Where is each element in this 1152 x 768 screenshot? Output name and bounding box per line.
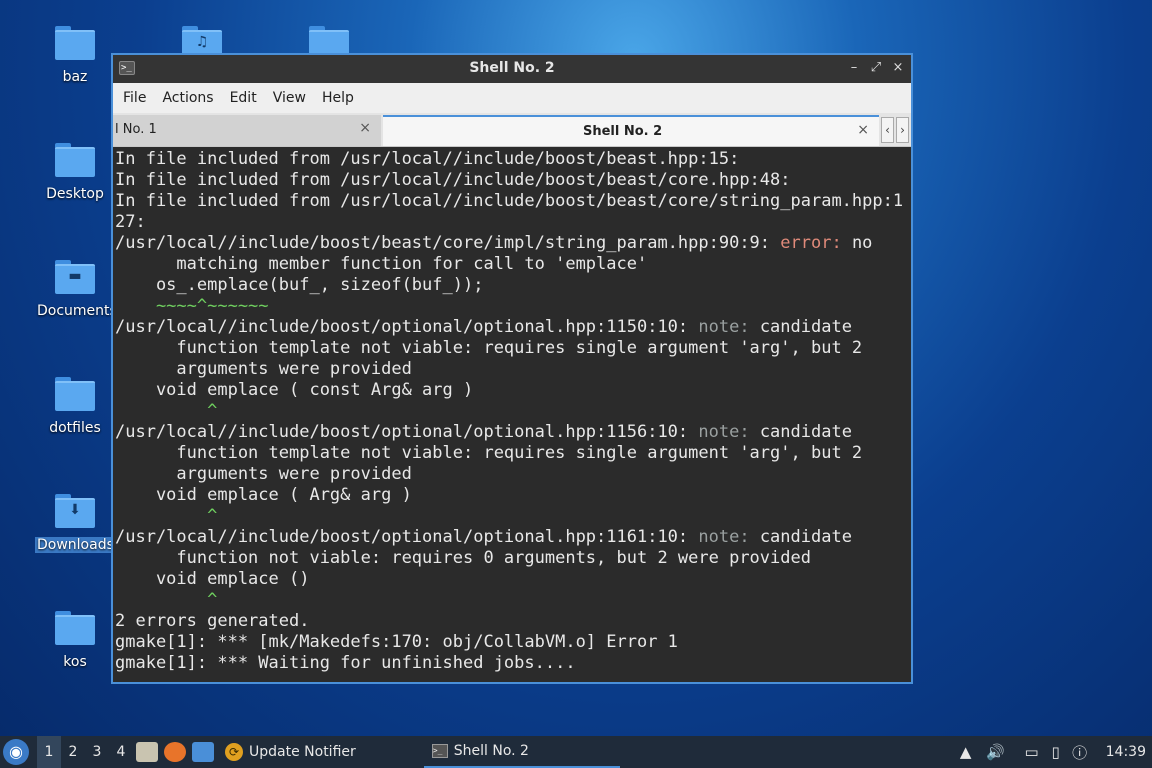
terminal-output[interactable]: In file included from /usr/local//includ… [113,147,911,682]
desktop-switcher-2[interactable]: 2 [61,736,85,768]
desktop-icon-label: Desktop [46,186,104,202]
window-title: Shell No. 2 [469,60,555,76]
folder-icon [55,611,95,645]
terminal-line: ^ [115,401,218,421]
tab-close-icon[interactable]: × [359,120,371,136]
menu-actions[interactable]: Actions [154,83,221,113]
task-update-notifier[interactable]: ⟳ Update Notifier [217,736,364,768]
task-shell-no-2[interactable]: >_ Shell No. 2 [423,736,620,768]
note-label: note: [698,317,750,337]
desktop-switcher-1[interactable]: 1 [37,736,61,768]
menu-edit[interactable]: Edit [222,83,265,113]
network-icon[interactable]: ▭ [1020,736,1044,768]
tray-up-arrow-icon[interactable]: ▲ [954,736,978,768]
desktop-icon-downloads[interactable]: ⬇ Downloads [35,494,116,553]
terminal-text: candidate [749,422,852,442]
terminal-icon: >_ [431,744,448,758]
volume-icon[interactable]: 🔊 [984,736,1008,768]
terminal-line: function template not viable: requires s… [115,338,863,358]
menu-bar: File Actions Edit View Help [113,83,911,113]
terminal-line: In file included from /usr/local//includ… [115,170,791,190]
firefox-launcher-icon[interactable] [164,742,186,762]
tab-scroll-right-icon[interactable]: › [896,117,909,143]
desktop-icon-desktop[interactable]: Desktop [35,143,115,202]
menu-help[interactable]: Help [314,83,362,113]
tab-close-icon[interactable]: × [857,122,869,138]
tab-label: l No. 1 [115,122,157,137]
desktop-icon-label: Documents [37,303,117,319]
desktop-icon-label: Downloads [35,537,116,553]
window-titlebar[interactable]: >_ Shell No. 2 – ⤢ × [113,55,911,83]
clipboard-icon[interactable]: ▯ [1044,736,1068,768]
desktop-switcher-4[interactable]: 4 [109,736,133,768]
file-manager-launcher-icon[interactable] [136,742,158,762]
minimize-button[interactable]: – [847,59,861,77]
show-desktop-icon[interactable] [192,742,214,762]
menu-file[interactable]: File [115,83,154,113]
terminal-line: /usr/local//include/boost/optional/optio… [115,527,911,548]
tab-scroll-left-icon[interactable]: ‹ [881,117,894,143]
terminal-line: arguments were provided [115,464,412,484]
terminal-text: /usr/local//include/boost/optional/optio… [115,317,699,337]
close-button[interactable]: × [891,59,905,77]
terminal-text: candidate [749,317,852,337]
terminal-line: gmake[1]: *** [mk/Makedefs:170: obj/Coll… [115,632,678,652]
terminal-line: matching member function for call to 'em… [115,254,648,274]
desktop-icon-dotfiles[interactable]: dotfiles [35,377,115,436]
folder-icon [55,377,95,411]
update-notifier-icon: ⟳ [225,743,243,761]
terminal-line: arguments were provided [115,359,412,379]
task-label: Update Notifier [249,744,356,760]
note-label: note: [698,527,750,547]
terminal-line: In file included from /usr/local//includ… [115,191,904,211]
note-label: note: [698,422,750,442]
terminal-text: /usr/local//include/boost/optional/optio… [115,527,699,547]
terminal-line: function template not viable: requires s… [115,443,863,463]
desktop-icon-label: baz [62,69,88,85]
tab-shell-2[interactable]: Shell No. 2 × [383,115,879,146]
clock[interactable]: 14:39 [1106,736,1146,768]
terminal-line: 2 errors generated. [115,611,310,631]
desktop-icon-label: dotfiles [49,420,101,436]
terminal-line: os_.emplace(buf_, sizeof(buf_)); [115,275,484,295]
taskbar: ◉ 1 2 3 4 ⟳ Update Notifier >_ Shell No.… [0,736,1152,768]
tab-bar: l No. 1 × Shell No. 2 × ‹ › [113,113,911,147]
tab-label: Shell No. 2 [583,124,663,139]
maximize-button[interactable]: ⤢ [869,59,883,77]
terminal-line: void emplace ( Arg& arg ) [115,485,412,505]
documents-folder-icon: ▬ [55,260,95,294]
error-label: error: [780,233,842,253]
downloads-folder-icon: ⬇ [55,494,95,528]
terminal-line: ^ [115,590,218,610]
terminal-line: /usr/local//include/boost/optional/optio… [115,422,911,443]
terminal-text: no [841,233,873,253]
terminal-text: candidate [749,527,852,547]
terminal-window[interactable]: >_ Shell No. 2 – ⤢ × File Actions Edit V… [111,53,913,684]
terminal-line: In file included from /usr/local//includ… [115,149,740,169]
terminal-line: function not viable: requires 0 argument… [115,548,811,568]
terminal-line: /usr/local//include/boost/optional/optio… [115,317,911,338]
menu-view[interactable]: View [265,83,314,113]
terminal-line: void emplace () [115,569,310,589]
terminal-line: gmake[1]: *** Waiting for unfinished job… [115,653,576,673]
desktop-icon-label: kos [63,654,87,670]
terminal-text: /usr/local//include/boost/beast/core/imp… [115,233,781,253]
terminal-line: void emplace ( const Arg& arg ) [115,380,474,400]
desktop-switcher-3[interactable]: 3 [85,736,109,768]
folder-icon [55,26,95,60]
terminal-line: 27: [115,212,146,232]
folder-icon [55,143,95,177]
start-menu-icon[interactable]: ◉ [3,739,29,765]
terminal-text: /usr/local//include/boost/optional/optio… [115,422,699,442]
terminal-line: ~~~~^~~~~~~ [115,296,269,316]
terminal-line: ^ [115,506,218,526]
desktop-icon-kos[interactable]: kos [35,611,115,670]
tab-shell-1[interactable]: l No. 1 × [113,115,381,146]
notification-icon[interactable]: ⓘ [1068,736,1092,768]
desktop-icon-documents[interactable]: ▬ Documents [35,260,117,319]
terminal-line: /usr/local//include/boost/beast/core/imp… [115,233,911,254]
desktop-icon-baz[interactable]: baz [35,26,115,85]
task-label: Shell No. 2 [453,743,529,759]
